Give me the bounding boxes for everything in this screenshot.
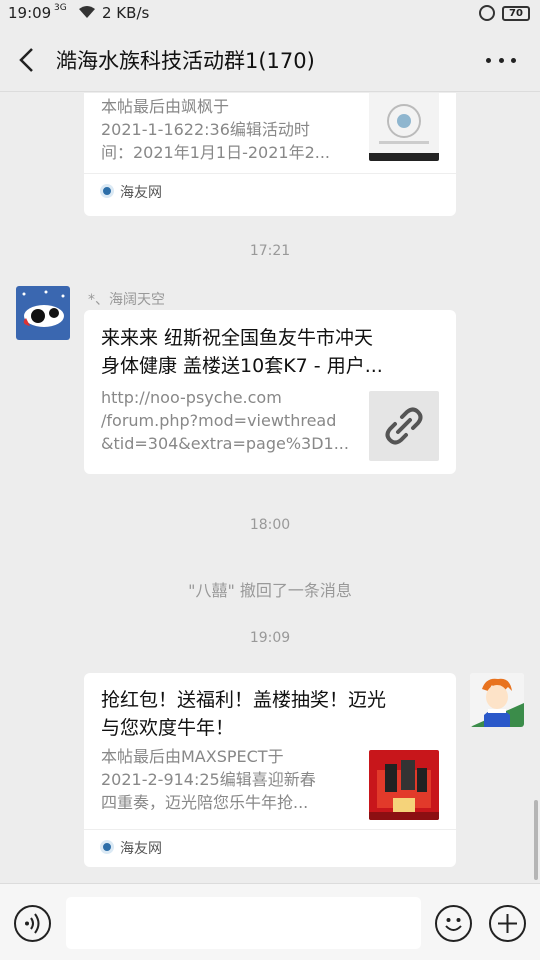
link-card[interactable]: 抢红包！送福利！盖楼抽奖！迈光 与您欢度牛年！ 本帖最后由MAXSPECT于 2… xyxy=(84,673,456,867)
plus-icon[interactable] xyxy=(489,905,526,942)
card-title: 抢红包！送福利！盖楼抽奖！迈光 与您欢度牛年！ xyxy=(101,689,387,739)
battery-icon: 70 xyxy=(502,6,530,21)
signal-indicator: 3G xyxy=(54,3,67,13)
chat-title: 澔海水族科技活动群1(170) xyxy=(56,49,315,73)
source-logo-icon xyxy=(100,184,114,198)
link-icon xyxy=(385,407,423,445)
rotation-lock-icon xyxy=(479,5,495,21)
chat-area[interactable]: 本帖最后由飒枫于 2021-1-1622:36编辑活动时 间：2021年1月1日… xyxy=(0,93,540,883)
timestamp: 17:21 xyxy=(249,243,291,259)
card-source: 海友网 xyxy=(120,841,162,857)
input-bar xyxy=(0,883,540,960)
back-chevron-icon[interactable] xyxy=(14,46,40,74)
card-title: 来来来 纽斯祝全国鱼友牛市冲天 身体健康 盖楼送10套K7 - 用户... xyxy=(101,327,383,377)
avatar[interactable] xyxy=(470,673,524,727)
message-input[interactable] xyxy=(66,897,421,949)
card-description: 本帖最后由MAXSPECT于 2021-2-914:25编辑喜迎新春 四重奏，迈… xyxy=(101,747,316,812)
more-icon[interactable] xyxy=(486,48,516,72)
card-footer: 海友网 xyxy=(84,173,456,207)
sender-name: *、海阔天空 xyxy=(88,292,165,308)
recall-notice: "八囍" 撤回了一条消息 xyxy=(188,581,352,600)
net-speed: 2 KB/s xyxy=(102,4,150,22)
link-card[interactable]: 来来来 纽斯祝全国鱼友牛市冲天 身体健康 盖楼送10套K7 - 用户... ht… xyxy=(84,310,456,474)
chat-header: 澔海水族科技活动群1(170) xyxy=(0,28,540,92)
card-description: http://noo-psyche.com /forum.php?mod=vie… xyxy=(101,388,349,453)
card-description: 本帖最后由飒枫于 2021-1-1622:36编辑活动时 间：2021年1月1日… xyxy=(101,97,331,162)
card-thumbnail xyxy=(369,750,439,820)
source-logo-icon xyxy=(100,840,114,854)
wifi-icon xyxy=(79,6,95,18)
emoji-icon[interactable] xyxy=(435,905,472,942)
timestamp: 19:09 xyxy=(249,630,291,646)
card-source: 海友网 xyxy=(120,185,162,201)
card-thumbnail xyxy=(369,391,439,461)
status-bar: 19:09 3G 2 KB/s 70 xyxy=(0,0,540,28)
voice-icon[interactable] xyxy=(14,905,51,942)
link-card[interactable]: 本帖最后由飒枫于 2021-1-1622:36编辑活动时 间：2021年1月1日… xyxy=(84,93,456,216)
avatar[interactable] xyxy=(16,286,70,340)
scrollbar[interactable] xyxy=(534,800,538,880)
card-footer: 海友网 xyxy=(84,829,456,863)
status-time: 19:09 xyxy=(8,4,52,22)
card-thumbnail xyxy=(369,93,439,161)
timestamp: 18:00 xyxy=(249,517,291,533)
